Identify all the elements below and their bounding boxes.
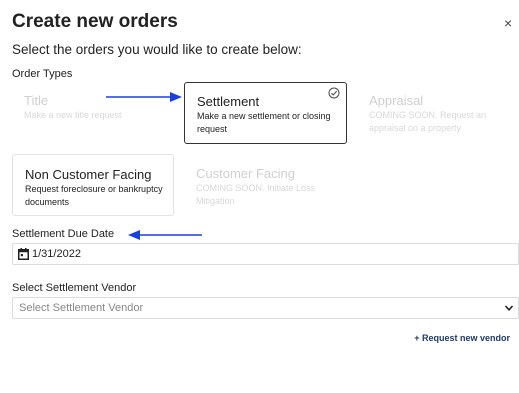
calendar-icon	[18, 248, 29, 260]
order-type-description: Request foreclosure or bankruptcy docume…	[25, 184, 163, 207]
order-type-name: Non Customer Facing	[25, 167, 152, 182]
due-date-label: Settlement Due Date	[12, 228, 115, 240]
check-circle-icon	[328, 87, 340, 99]
dialog-subtitle: Select the orders you would like to crea…	[12, 42, 302, 57]
chevron-down-icon	[504, 305, 514, 311]
order-type-description: Make a new title request	[24, 110, 122, 120]
order-type-customer-facing: Customer Facing COMING SOON. Initiate Lo…	[184, 156, 346, 214]
order-types-label: Order Types	[12, 68, 73, 80]
order-type-appraisal: Appraisal COMING SOON. Request an apprai…	[357, 84, 519, 142]
order-type-description: Make a new settlement or closing request	[197, 111, 331, 134]
request-new-vendor-link[interactable]: + Request new vendor	[414, 333, 510, 343]
vendor-select[interactable]: Select Settlement Vendor	[12, 297, 519, 319]
order-type-name: Settlement	[197, 94, 260, 109]
order-type-description: COMING SOON. Initiate Loss Mitigation	[196, 183, 316, 206]
dialog-title: Create new orders	[12, 11, 178, 32]
annotation-arrow-settlement	[106, 92, 182, 102]
order-type-settlement[interactable]: Settlement Make a new settlement or clos…	[184, 82, 347, 144]
order-type-name: Appraisal	[369, 93, 424, 108]
order-type-non-customer-facing[interactable]: Non Customer Facing Request foreclosure …	[12, 154, 174, 216]
annotation-arrow-due-date	[128, 230, 202, 240]
vendor-label: Select Settlement Vendor	[12, 282, 137, 294]
close-icon[interactable]: ×	[504, 16, 512, 30]
order-type-name: Title	[24, 93, 49, 108]
due-date-value: 1/31/2022	[32, 248, 81, 260]
due-date-input[interactable]: 1/31/2022	[12, 243, 519, 265]
vendor-placeholder: Select Settlement Vendor	[19, 302, 144, 314]
order-type-description: COMING SOON. Request an appraisal on a p…	[369, 110, 487, 133]
order-type-name: Customer Facing	[196, 166, 295, 181]
